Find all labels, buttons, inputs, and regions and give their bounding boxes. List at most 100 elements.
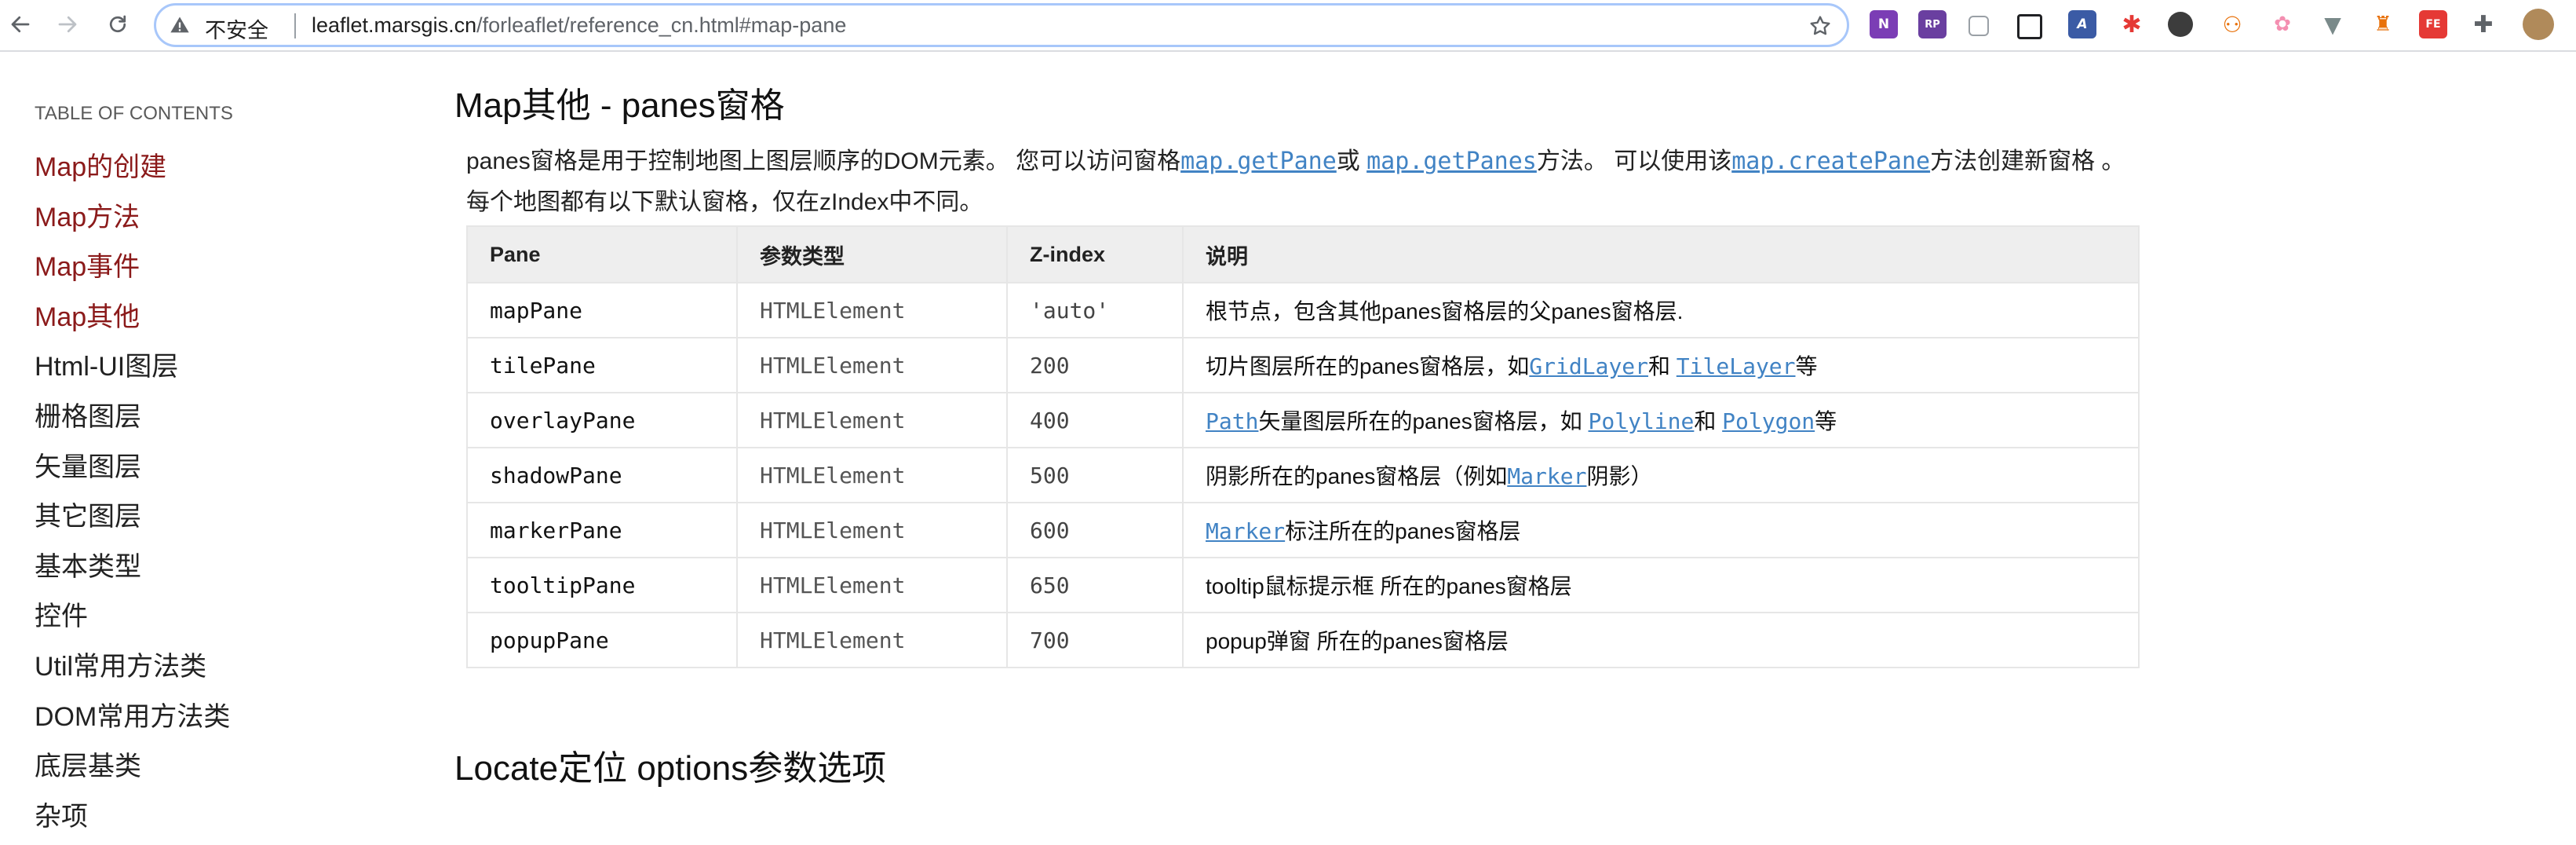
warning-icon[interactable] <box>169 14 191 36</box>
reload-icon <box>109 15 126 33</box>
url-host: leaflet.marsgis.cn <box>312 13 477 37</box>
param-type-cell: HTMLElement <box>736 502 1008 558</box>
arrow-right-icon <box>58 16 77 33</box>
toc-item[interactable]: Util常用方法类 <box>35 646 230 696</box>
description-cell: 阴影所在的panes窗格层（例如Marker阴影） <box>1182 447 2140 503</box>
browser-toolbar: 不安全 leaflet.marsgis.cn/forleaflet/refere… <box>0 0 2576 52</box>
panes-table: Pane 参数类型 Z-index 说明 mapPane HTMLElement '… <box>466 225 2140 668</box>
description-link[interactable]: TileLayer <box>1677 353 1796 379</box>
description-link[interactable]: Path <box>1206 408 1258 434</box>
param-type-cell: HTMLElement <box>736 282 1008 338</box>
toc-item[interactable]: Map事件 <box>35 246 230 296</box>
zindex-cell: 600 <box>1006 502 1184 558</box>
pane-name-cell: popupPane <box>466 612 738 668</box>
description-text: 和 <box>1694 409 1723 433</box>
description-text: 和 <box>1648 354 1677 379</box>
description-cell: 根节点，包含其他panes窗格层的父panes窗格层. <box>1182 282 2140 338</box>
lock-ext-icon[interactable]: ♜ <box>2369 10 2397 38</box>
toc-item[interactable]: 杂项 <box>35 796 230 845</box>
description-text: 标注所在的panes窗格层 <box>1285 519 1521 543</box>
toc-item[interactable]: 其它图层 <box>35 496 230 546</box>
toc-item[interactable]: 矢量图层 <box>35 446 230 496</box>
column-header-zindex: Z-index <box>1006 225 1184 283</box>
panes-table-body: mapPane HTMLElement'auto' 根节点，包含其他panes窗格层… <box>466 282 2140 668</box>
param-type-cell: HTMLElement <box>736 447 1008 503</box>
onenote-icon[interactable]: N <box>1870 10 1898 38</box>
zindex-cell: 'auto' <box>1006 282 1184 338</box>
toc-item[interactable]: Map其他 <box>35 296 230 346</box>
description-cell: Path矢量图层所在的panes窗格层，如 Polyline和 Polygon等 <box>1182 392 2140 448</box>
link-map-getpane[interactable]: map.getPane <box>1180 148 1337 175</box>
back-button[interactable] <box>3 7 38 42</box>
pane-name-cell: markerPane <box>466 502 738 558</box>
table-row: tilePane HTMLElement 200 切片图层所在的panes窗格层，如G… <box>466 337 2140 393</box>
column-header-description: 说明 <box>1182 225 2140 283</box>
description-text: popup弹窗 所在的panes窗格层 <box>1206 629 1509 653</box>
toc-item[interactable]: Map方法 <box>35 196 230 247</box>
puzzle-icon[interactable]: ✚ <box>2469 10 2498 38</box>
rp-icon[interactable]: RP <box>1918 10 1947 38</box>
description-link[interactable]: Marker <box>1507 463 1586 489</box>
toc-item[interactable]: 底层基类 <box>35 745 230 796</box>
address-bar[interactable]: 不安全 leaflet.marsgis.cn/forleaflet/refere… <box>154 3 1849 47</box>
toc-title: TABLE OF CONTENTS <box>35 103 233 124</box>
reload-button[interactable] <box>100 7 135 42</box>
table-row: shadowPane HTMLElement 500 阴影所在的panes窗格层（例如… <box>466 447 2140 503</box>
description-link[interactable]: Polygon <box>1722 408 1815 434</box>
column-header-pane: Pane <box>466 225 738 283</box>
link-map-getpanes[interactable]: map.getPanes <box>1366 148 1537 175</box>
description-cell: 切片图层所在的panes窗格层，如GridLayer和 TileLayer等 <box>1182 337 2140 393</box>
table-row: tooltipPane HTMLElement 650 tooltip鼠标提示框 所在… <box>466 557 2140 613</box>
toc-item[interactable]: DOM常用方法类 <box>35 696 230 746</box>
omnibox-divider <box>294 13 296 38</box>
section-title: Map其他 - panes窗格 <box>454 86 785 125</box>
toc-item[interactable]: Html-UI图层 <box>35 346 230 396</box>
next-section-title: Locate定位 options参数选项 <box>454 749 887 788</box>
intro-text-2: 或 <box>1336 148 1367 174</box>
column-header-type: 参数类型 <box>736 225 1008 283</box>
description-cell: popup弹窗 所在的panes窗格层 <box>1182 612 2140 668</box>
toc-item[interactable]: 基本类型 <box>35 546 230 596</box>
arrow-left-icon <box>11 16 30 33</box>
table-row: popupPane HTMLElement 700 popup弹窗 所在的panes窗… <box>466 612 2140 668</box>
description-link[interactable]: Polyline <box>1589 408 1695 434</box>
description-text: 切片图层所在的panes窗格层，如 <box>1206 354 1530 379</box>
toc-item[interactable]: 栅格图层 <box>35 396 230 446</box>
qr-scan-icon[interactable] <box>2017 14 2042 39</box>
description-text: 等 <box>1795 354 1818 379</box>
reader-icon[interactable] <box>1968 16 1989 36</box>
zindex-cell: 200 <box>1006 337 1184 393</box>
intro-text-1: panes窗格是用于控制地图上图层顺序的DOM元素。 您可以访问窗格 <box>466 148 1181 174</box>
toc-item[interactable]: 控件 <box>35 595 230 646</box>
pane-name-cell: mapPane <box>466 282 738 338</box>
description-link[interactable]: GridLayer <box>1529 353 1648 379</box>
pane-name-cell: overlayPane <box>466 392 738 448</box>
description-text: 阴影） <box>1586 464 1653 488</box>
forward-button[interactable] <box>50 7 85 42</box>
bookmark-star-icon[interactable] <box>1808 13 1833 38</box>
vue-devtools-icon[interactable]: ▼ <box>2319 10 2347 38</box>
description-cell: Marker标注所在的panes窗格层 <box>1182 502 2140 558</box>
fe-helper-icon[interactable]: FE <box>2419 10 2447 38</box>
description-text: 阴影所在的panes窗格层（例如 <box>1206 464 1508 488</box>
pinwheel-icon[interactable]: ✱ <box>2118 10 2146 38</box>
description-text: 根节点，包含其他panes窗格层的父panes窗格层. <box>1206 299 1684 324</box>
profile-avatar[interactable] <box>2523 9 2554 40</box>
dark-mode-icon[interactable] <box>2168 12 2193 37</box>
cute-icon[interactable]: ✿ <box>2268 10 2297 38</box>
description-text: tooltip鼠标提示框 所在的panes窗格层 <box>1206 574 1572 598</box>
description-text: 等 <box>1815 409 1837 433</box>
description-cell: tooltip鼠标提示框 所在的panes窗格层 <box>1182 557 2140 613</box>
description-link[interactable]: Marker <box>1206 518 1285 544</box>
zindex-cell: 400 <box>1006 392 1184 448</box>
table-row: mapPane HTMLElement'auto' 根节点，包含其他panes窗格层… <box>466 282 2140 338</box>
security-label[interactable]: 不安全 <box>205 13 268 44</box>
table-row: markerPane HTMLElement 600 Marker标注所在的panes… <box>466 502 2140 558</box>
description-text: 矢量图层所在的panes窗格层，如 <box>1258 409 1589 433</box>
url-text[interactable]: leaflet.marsgis.cn/forleaflet/reference_… <box>312 13 846 38</box>
font-icon[interactable]: A <box>2068 10 2096 38</box>
network-icon[interactable]: ⚇ <box>2218 10 2246 38</box>
toc-item[interactable]: Map的创建 <box>35 146 230 196</box>
link-map-createpane[interactable]: map.createPane <box>1731 148 1930 175</box>
zindex-cell: 500 <box>1006 447 1184 503</box>
